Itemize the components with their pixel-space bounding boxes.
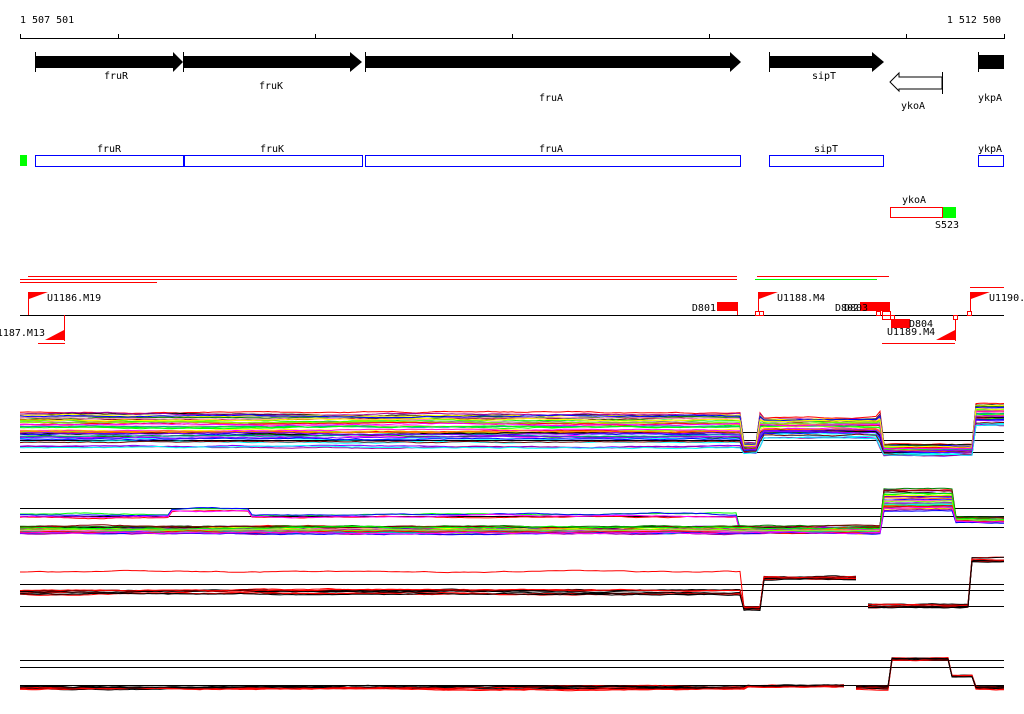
ruler-start-label: 1 507 501 bbox=[20, 15, 74, 26]
feature-U1188[interactable]: U1188.M4 bbox=[755, 292, 826, 316]
expression-trace bbox=[867, 559, 1005, 608]
annotation-fruK[interactable] bbox=[184, 155, 363, 167]
annotation-track: fruR fruK fruA sipT ykpA ykoA S523 bbox=[20, 144, 1004, 231]
expression-trace bbox=[867, 559, 1004, 608]
expression-trace bbox=[855, 657, 1005, 688]
feature-label: U1189.M4 bbox=[887, 327, 935, 338]
expression-trace bbox=[867, 559, 1005, 608]
gene-fruK[interactable]: fruK bbox=[183, 52, 362, 92]
expression-trace bbox=[19, 487, 1005, 528]
gene-track: fruR fruK fruA sipT ykoA ykpA bbox=[35, 52, 1004, 112]
annotation-label: ykoA bbox=[902, 195, 926, 206]
feature-label: D801 bbox=[692, 303, 716, 314]
expression-trace bbox=[855, 657, 1004, 688]
annotation-label: fruR bbox=[97, 144, 122, 155]
annotation-S523[interactable] bbox=[943, 207, 956, 218]
feature-label: U1188.M4 bbox=[777, 293, 825, 304]
annotation-label: ykpA bbox=[978, 144, 1002, 155]
track-panel-4 bbox=[19, 656, 1005, 692]
feature-label: U1186.M19 bbox=[47, 293, 101, 304]
gene-label: sipT bbox=[812, 71, 836, 82]
feature-label: U1190. bbox=[989, 293, 1024, 304]
expression-trace bbox=[867, 558, 1004, 606]
annotation-label: fruK bbox=[260, 144, 284, 155]
annotation-fruA[interactable] bbox=[365, 155, 741, 167]
gene-label: ykoA bbox=[901, 101, 925, 112]
annotation-sipT[interactable] bbox=[769, 155, 884, 167]
genome-browser-view: 1 507 501 1 512 500 fruR fruK fruA sipT bbox=[0, 15, 1024, 692]
annotation-label: sipT bbox=[814, 144, 838, 155]
annotation-ykpA[interactable] bbox=[978, 155, 1004, 167]
feature-U1190[interactable]: U1190. bbox=[967, 292, 1024, 316]
gene-fruR[interactable]: fruR bbox=[35, 52, 183, 82]
gene-sipT[interactable]: sipT bbox=[769, 52, 884, 82]
annotation-fruR[interactable] bbox=[35, 155, 184, 167]
track-panel-2 bbox=[19, 487, 1005, 536]
feature-U1186[interactable]: U1186.M19 bbox=[28, 292, 102, 315]
track-panel-3 bbox=[19, 556, 1005, 612]
annotation-label: S523 bbox=[935, 220, 959, 231]
gene-label: fruK bbox=[259, 81, 283, 92]
expression-trace bbox=[19, 494, 1005, 531]
feature-track: U1186.M19 U1187.M13 D801 U1188.M4 D802 D… bbox=[0, 276, 1024, 344]
expression-trace bbox=[867, 556, 1005, 606]
expression-trace bbox=[855, 657, 1005, 691]
gene-fruA[interactable]: fruA bbox=[365, 52, 741, 104]
annotation-ykoA[interactable] bbox=[890, 207, 943, 218]
expression-trace bbox=[855, 657, 1005, 689]
expression-trace bbox=[867, 556, 1005, 606]
expression-trace bbox=[19, 491, 1005, 530]
highlight-box bbox=[20, 155, 27, 166]
gene-label: fruR bbox=[104, 71, 129, 82]
expression-trace bbox=[867, 559, 1005, 608]
gene-ykoA[interactable]: ykoA bbox=[889, 71, 943, 112]
expression-trace bbox=[855, 658, 1005, 690]
expression-trace bbox=[20, 495, 1005, 530]
gene-label: ykpA bbox=[978, 93, 1002, 104]
feature-D801[interactable]: D801 bbox=[692, 302, 738, 315]
expression-trace bbox=[855, 658, 1005, 690]
expression-trace bbox=[855, 657, 1005, 689]
gene-label: fruA bbox=[539, 93, 563, 104]
annotation-label: fruA bbox=[539, 144, 563, 155]
feature-U1187[interactable]: U1187.M13 bbox=[0, 315, 65, 344]
feature-label: D803 bbox=[844, 303, 868, 314]
feature-label: U1187.M13 bbox=[0, 328, 45, 339]
expression-trace bbox=[20, 489, 1005, 529]
expression-tracks bbox=[19, 402, 1005, 692]
expression-trace bbox=[19, 492, 1005, 530]
track-panel-1 bbox=[19, 402, 1005, 457]
coordinate-ruler: 1 507 501 1 512 500 bbox=[20, 15, 1005, 39]
gene-ykpA[interactable]: ykpA bbox=[978, 52, 1004, 104]
ruler-end-label: 1 512 500 bbox=[947, 15, 1001, 26]
expression-trace bbox=[855, 656, 1005, 688]
feature-D802-D803[interactable]: D802 D803 bbox=[835, 302, 891, 320]
expression-trace bbox=[855, 657, 1005, 689]
